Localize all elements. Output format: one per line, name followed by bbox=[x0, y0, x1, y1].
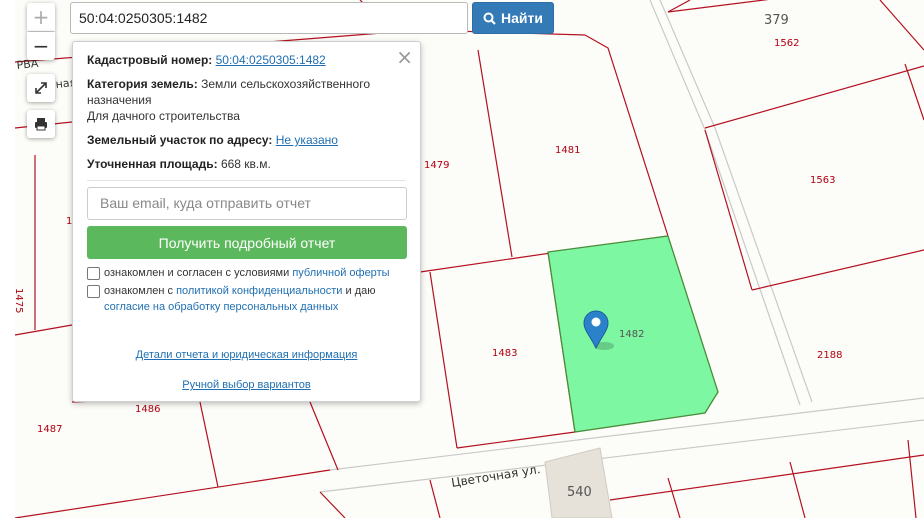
personal-data-consent-link[interactable]: согласие на обработку персональных данны… bbox=[104, 301, 338, 313]
land-category-label: Категория земель: bbox=[87, 77, 198, 91]
parcel-label-1563: 1563 bbox=[810, 175, 835, 186]
zoom-out-button[interactable]: − bbox=[27, 32, 55, 60]
consent-privacy: ознакомлен с политикой конфиденциальност… bbox=[87, 283, 406, 315]
fullscreen-button[interactable] bbox=[27, 74, 55, 102]
search-button[interactable]: Найти bbox=[472, 2, 554, 34]
get-report-button[interactable]: Получить подробный отчет bbox=[87, 226, 407, 259]
consent-privacy-label-a: ознакомлен с bbox=[104, 285, 174, 297]
area-row: Уточненная площадь: 668 кв.м. bbox=[87, 156, 406, 172]
land-use-value: Для дачного строительства bbox=[87, 109, 240, 123]
parcel-label-1562: 1562 bbox=[774, 38, 799, 49]
parcel-label-1479: 1479 bbox=[424, 160, 449, 171]
search-icon bbox=[483, 12, 496, 25]
cadastral-number-row: Кадастровый номер: 50:04:0250305:1482 bbox=[87, 52, 406, 68]
zoom-in-button[interactable]: + bbox=[27, 3, 55, 31]
print-button[interactable] bbox=[27, 110, 55, 138]
block-label-379: 379 bbox=[764, 13, 789, 28]
offer-checkbox[interactable] bbox=[87, 267, 100, 280]
parcel-label-1482: 1482 bbox=[619, 329, 644, 340]
consent-offer: ознакомлен и согласен с условиями публич… bbox=[87, 265, 406, 281]
consent-offer-text: ознакомлен и согласен с условиями публич… bbox=[104, 265, 390, 281]
land-category-row: Категория земель: Земли сельскохозяйстве… bbox=[87, 76, 406, 124]
parcel-label-1475: 1475 bbox=[13, 288, 24, 313]
parcel-label-1487: 1487 bbox=[37, 424, 62, 435]
cadastral-number-link[interactable]: 50:04:0250305:1482 bbox=[216, 53, 326, 67]
manual-selection-link[interactable]: Ручной выбор вариантов bbox=[73, 379, 420, 391]
privacy-policy-link[interactable]: политикой конфиденциальности bbox=[176, 285, 342, 297]
close-icon[interactable]: × bbox=[396, 45, 413, 69]
parcel-info-popup: × Кадастровый номер: 50:04:0250305:1482 … bbox=[72, 41, 421, 402]
public-offer-link[interactable]: публичной оферты bbox=[292, 267, 389, 279]
report-details-link[interactable]: Детали отчета и юридическая информация bbox=[73, 349, 420, 361]
block-label-540: 540 bbox=[567, 485, 592, 500]
address-row: Земельный участок по адресу: Не указано bbox=[87, 132, 406, 148]
address-label: Земельный участок по адресу: bbox=[87, 133, 273, 147]
cadastral-number-label: Кадастровый номер: bbox=[87, 53, 213, 67]
privacy-checkbox[interactable] bbox=[87, 285, 100, 298]
area-label: Уточненная площадь: bbox=[87, 157, 218, 171]
printer-icon bbox=[35, 118, 47, 131]
parcel-label-1486: 1486 bbox=[135, 404, 160, 415]
consent-offer-label: ознакомлен и согласен с условиями bbox=[104, 267, 290, 279]
parcel-label-1481: 1481 bbox=[555, 145, 580, 156]
search-input[interactable]: 50:04:0250305:1482 bbox=[70, 2, 468, 34]
consent-privacy-text: ознакомлен с политикой конфиденциальност… bbox=[104, 283, 406, 315]
parcel-label-2188: 2188 bbox=[817, 350, 842, 361]
email-field[interactable]: Ваш email, куда отправить отчет bbox=[87, 187, 407, 220]
search-button-label: Найти bbox=[501, 10, 543, 26]
expand-icon bbox=[35, 82, 47, 94]
divider bbox=[87, 180, 406, 181]
parcel-label-1483: 1483 bbox=[492, 348, 517, 359]
address-link[interactable]: Не указано bbox=[276, 133, 338, 147]
consent-privacy-label-b: и даю bbox=[345, 285, 376, 297]
area-value: 668 кв.м. bbox=[220, 157, 271, 171]
